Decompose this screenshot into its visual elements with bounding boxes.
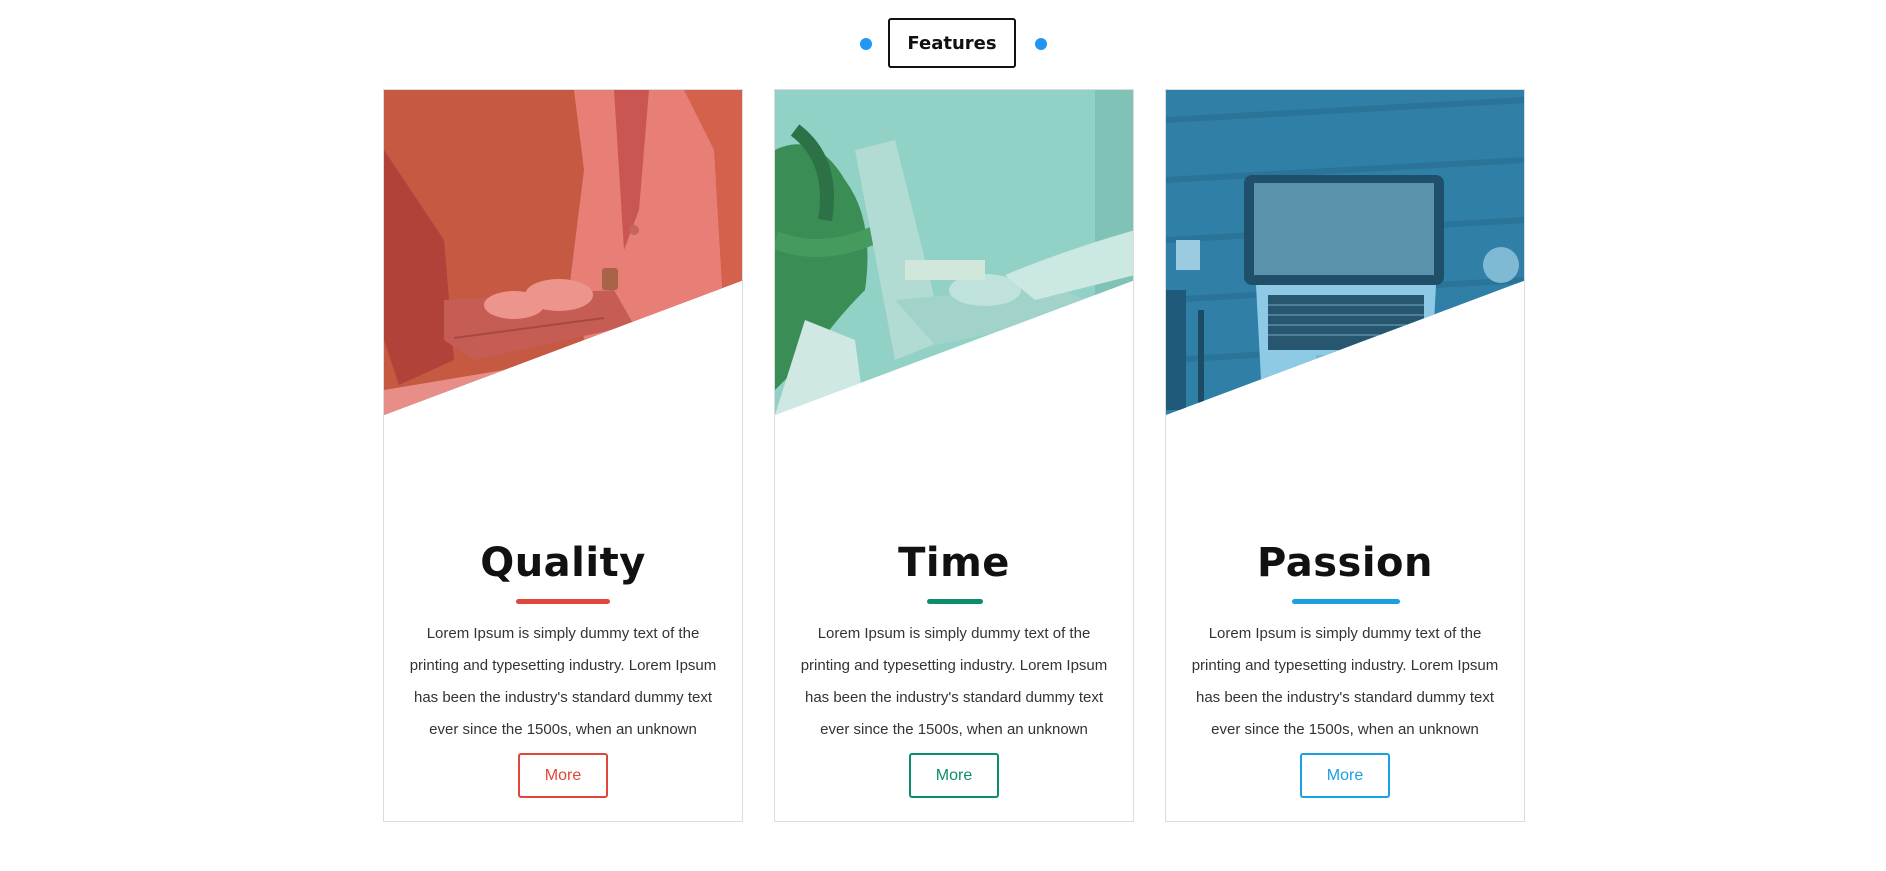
card-title: Passion xyxy=(1256,540,1434,586)
card-description: Lorem Ipsum is simply dummy text of the … xyxy=(1191,625,1499,738)
features-title: Features xyxy=(888,18,1016,68)
more-button-quality[interactable]: More xyxy=(518,753,608,798)
more-button-time[interactable]: More xyxy=(909,753,999,798)
decorative-dot-left xyxy=(860,38,872,50)
card-image-quality xyxy=(384,90,742,415)
feature-card-quality: Quality Lorem Ipsum is simply dummy text… xyxy=(383,89,743,822)
card-title: Time xyxy=(898,540,1010,586)
card-image-passion xyxy=(1166,90,1524,415)
card-image-time xyxy=(775,90,1133,415)
feature-card-time: Time Lorem Ipsum is simply dummy text of… xyxy=(774,89,1134,822)
card-title-underline xyxy=(1292,599,1400,604)
card-description: Lorem Ipsum is simply dummy text of the … xyxy=(409,625,717,738)
features-section: Features Quality Lorem Ipsum is simply d… xyxy=(0,0,1886,871)
card-description: Lorem Ipsum is simply dummy text of the … xyxy=(800,625,1108,738)
card-title-underline xyxy=(516,599,610,604)
feature-card-passion: Passion Lorem Ipsum is simply dummy text… xyxy=(1165,89,1525,822)
card-title: Quality xyxy=(480,540,646,586)
more-button-passion[interactable]: More xyxy=(1300,753,1390,798)
card-title-underline xyxy=(927,599,983,604)
decorative-dot-right xyxy=(1035,38,1047,50)
section-heading: Features xyxy=(0,18,1886,70)
